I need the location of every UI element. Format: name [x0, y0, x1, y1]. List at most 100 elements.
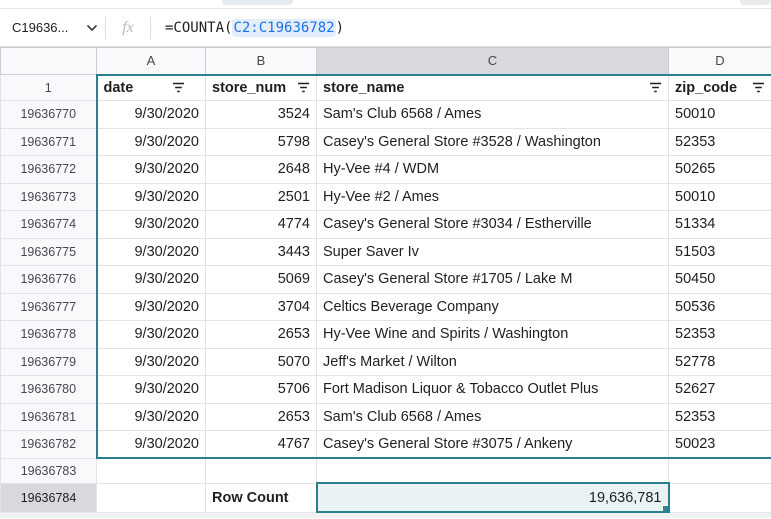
cell-store-num[interactable]: 5798	[206, 128, 317, 156]
row-header[interactable]: 19636778	[1, 321, 97, 349]
cell-zip-code[interactable]: 50023	[669, 431, 771, 459]
cell-empty[interactable]	[206, 458, 317, 483]
cell-store-name[interactable]: Hy-Vee Wine and Spirits / Washington	[317, 321, 669, 349]
cell-date[interactable]: 9/30/2020	[97, 376, 206, 404]
cell-empty[interactable]	[97, 458, 206, 483]
column-header-d[interactable]: D	[669, 48, 771, 75]
corner-cell[interactable]	[1, 48, 97, 75]
fill-handle[interactable]	[662, 505, 669, 512]
cell-zip-code[interactable]: 52353	[669, 321, 771, 349]
cell-store-num[interactable]: 4767	[206, 431, 317, 459]
column-header-a[interactable]: A	[97, 48, 206, 75]
cell-zip-code[interactable]: 51503	[669, 238, 771, 266]
cell-date[interactable]: 9/30/2020	[97, 403, 206, 431]
cell-store-name[interactable]: Hy-Vee #2 / Ames	[317, 183, 669, 211]
cell-date[interactable]: 9/30/2020	[97, 238, 206, 266]
header-row: 1 date store_num store_name zip_code	[1, 75, 771, 101]
cell-empty[interactable]	[669, 458, 771, 483]
cell-store-num[interactable]: 2653	[206, 403, 317, 431]
cell-date[interactable]: 9/30/2020	[97, 266, 206, 294]
filter-icon[interactable]	[649, 82, 662, 93]
chevron-down-icon[interactable]	[87, 25, 97, 31]
cell-store-name[interactable]: Sam's Club 6568 / Ames	[317, 101, 669, 129]
row-header[interactable]: 19636783	[1, 458, 97, 483]
cell-store-name[interactable]: Jeff's Market / Wilton	[317, 348, 669, 376]
row-header[interactable]: 19636773	[1, 183, 97, 211]
cell-zip-code[interactable]: 50536	[669, 293, 771, 321]
cell-zip-code[interactable]: 50265	[669, 156, 771, 184]
cell-header-store-num[interactable]: store_num	[206, 75, 317, 101]
row-header[interactable]: 19636772	[1, 156, 97, 184]
cell-store-name[interactable]: Super Saver Iv	[317, 238, 669, 266]
cell-date[interactable]: 9/30/2020	[97, 128, 206, 156]
cell-header-zip-code[interactable]: zip_code	[669, 75, 771, 101]
row-header[interactable]: 19636774	[1, 211, 97, 239]
table-row: 19636780 9/30/2020 5706 Fort Madison Liq…	[1, 376, 771, 404]
cell-store-num[interactable]: 5706	[206, 376, 317, 404]
cell-header-date[interactable]: date	[97, 75, 206, 101]
cell-zip-code[interactable]: 52353	[669, 403, 771, 431]
cell-store-num[interactable]: 3524	[206, 101, 317, 129]
column-header-c[interactable]: C	[317, 48, 669, 75]
filter-icon[interactable]	[752, 82, 765, 93]
cell-store-num[interactable]: 3704	[206, 293, 317, 321]
cell-store-name[interactable]: Celtics Beverage Company	[317, 293, 669, 321]
cell-zip-code[interactable]: 52778	[669, 348, 771, 376]
cell-store-num[interactable]: 2648	[206, 156, 317, 184]
cell-zip-code[interactable]: 50450	[669, 266, 771, 294]
cell-date[interactable]: 9/30/2020	[97, 211, 206, 239]
cell-date[interactable]: 9/30/2020	[97, 183, 206, 211]
cell-row-count-label[interactable]: Row Count	[206, 483, 317, 512]
cell-date[interactable]: 9/30/2020	[97, 431, 206, 459]
row-header[interactable]: 19636775	[1, 238, 97, 266]
cell-empty[interactable]	[669, 483, 771, 512]
cell-zip-code[interactable]: 50010	[669, 101, 771, 129]
row-header[interactable]: 19636780	[1, 376, 97, 404]
cell-date[interactable]: 9/30/2020	[97, 156, 206, 184]
cell-store-num[interactable]: 3443	[206, 238, 317, 266]
row-header[interactable]: 19636770	[1, 101, 97, 129]
cell-empty[interactable]	[97, 483, 206, 512]
cell-store-num[interactable]: 2653	[206, 321, 317, 349]
name-box[interactable]: C19636...	[0, 9, 105, 46]
cell-store-name[interactable]: Casey's General Store #3034 / Esthervill…	[317, 211, 669, 239]
selected-cell-row-count-value[interactable]: 19,636,781	[317, 483, 669, 512]
row-header[interactable]: 1	[1, 75, 97, 101]
row-header[interactable]: 19636771	[1, 128, 97, 156]
cell-zip-code[interactable]: 52627	[669, 376, 771, 404]
cell-zip-code[interactable]: 50010	[669, 183, 771, 211]
filter-icon[interactable]	[297, 82, 310, 93]
filter-icon[interactable]	[172, 82, 185, 93]
table-row: 19636773 9/30/2020 2501 Hy-Vee #2 / Ames…	[1, 183, 771, 211]
cell-store-num[interactable]: 5070	[206, 348, 317, 376]
cell-store-name[interactable]: Sam's Club 6568 / Ames	[317, 403, 669, 431]
row-header[interactable]: 19636781	[1, 403, 97, 431]
cell-store-name[interactable]: Casey's General Store #1705 / Lake M	[317, 266, 669, 294]
cell-store-name[interactable]: Casey's General Store #3075 / Ankeny	[317, 431, 669, 459]
header-label: store_name	[323, 80, 404, 96]
cell-date[interactable]: 9/30/2020	[97, 321, 206, 349]
row-header[interactable]: 19636776	[1, 266, 97, 294]
table-row: 19636774 9/30/2020 4774 Casey's General …	[1, 211, 771, 239]
cell-date[interactable]: 9/30/2020	[97, 348, 206, 376]
cell-header-store-name[interactable]: store_name	[317, 75, 669, 101]
row-header[interactable]: 19636784	[1, 483, 97, 512]
cell-store-name[interactable]: Fort Madison Liquor & Tobacco Outlet Plu…	[317, 376, 669, 404]
row-header[interactable]: 19636777	[1, 293, 97, 321]
row-header[interactable]: 19636779	[1, 348, 97, 376]
cell-zip-code[interactable]: 52353	[669, 128, 771, 156]
cell-store-name[interactable]: Casey's General Store #3528 / Washington	[317, 128, 669, 156]
cell-store-name[interactable]: Hy-Vee #4 / WDM	[317, 156, 669, 184]
formula-input[interactable]: =COUNTA(C2:C19636782)	[151, 19, 771, 37]
row-header[interactable]: 19636782	[1, 431, 97, 459]
column-header-b[interactable]: B	[206, 48, 317, 75]
cell-store-num[interactable]: 4774	[206, 211, 317, 239]
cell-date[interactable]: 9/30/2020	[97, 293, 206, 321]
cell-empty[interactable]	[317, 458, 669, 483]
cell-date[interactable]: 9/30/2020	[97, 101, 206, 129]
cell-store-num[interactable]: 2501	[206, 183, 317, 211]
formula-bar: C19636... fx =COUNTA(C2:C19636782)	[0, 9, 771, 47]
cell-zip-code[interactable]: 51334	[669, 211, 771, 239]
header-label: zip_code	[675, 80, 737, 96]
cell-store-num[interactable]: 5069	[206, 266, 317, 294]
